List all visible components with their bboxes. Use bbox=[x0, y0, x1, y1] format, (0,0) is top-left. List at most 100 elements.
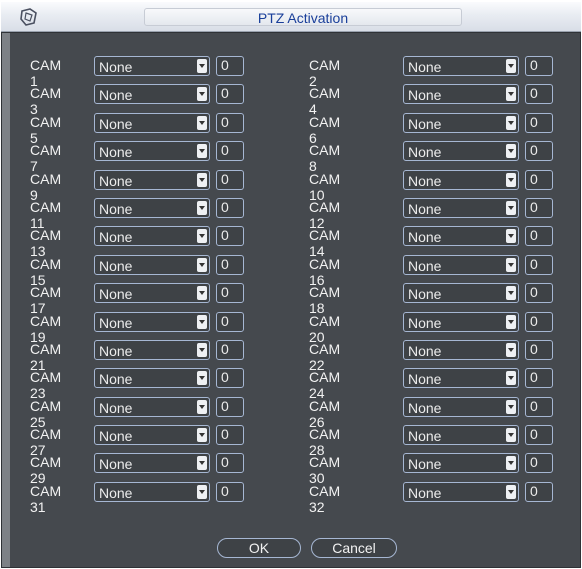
chevron-down-icon[interactable] bbox=[506, 342, 516, 357]
ptz-address-input[interactable]: 0 bbox=[525, 169, 553, 190]
ptz-address-input[interactable]: 0 bbox=[216, 283, 244, 304]
ptz-type-select[interactable]: None bbox=[94, 425, 210, 446]
ptz-address-input[interactable]: 0 bbox=[525, 481, 553, 502]
ptz-address-input[interactable]: 0 bbox=[216, 311, 244, 332]
ptz-type-select[interactable]: None bbox=[94, 283, 210, 304]
cancel-button[interactable]: Cancel bbox=[311, 538, 397, 558]
ptz-address-input[interactable]: 0 bbox=[216, 453, 244, 474]
ptz-address-input[interactable]: 0 bbox=[216, 84, 244, 105]
chevron-down-icon[interactable] bbox=[197, 456, 207, 471]
cam-label: CAM 11 bbox=[30, 198, 62, 231]
chevron-down-icon[interactable] bbox=[197, 115, 207, 130]
ptz-type-select[interactable]: None bbox=[403, 56, 519, 76]
chevron-down-icon[interactable] bbox=[197, 229, 207, 244]
ptz-address-input[interactable]: 0 bbox=[525, 425, 553, 446]
chevron-down-icon[interactable] bbox=[197, 484, 207, 499]
chevron-down-icon[interactable] bbox=[506, 87, 516, 102]
ptz-address-input[interactable]: 0 bbox=[216, 197, 244, 218]
ptz-type-select[interactable]: None bbox=[94, 368, 210, 389]
chevron-down-icon[interactable] bbox=[506, 484, 516, 499]
ok-button[interactable]: OK bbox=[217, 538, 301, 558]
ptz-address-input[interactable]: 0 bbox=[525, 254, 553, 275]
chevron-down-icon[interactable] bbox=[506, 59, 516, 73]
chevron-down-icon[interactable] bbox=[197, 87, 207, 102]
chevron-down-icon[interactable] bbox=[506, 115, 516, 130]
chevron-down-icon[interactable] bbox=[197, 286, 207, 301]
chevron-down-icon[interactable] bbox=[197, 399, 207, 414]
chevron-down-icon[interactable] bbox=[197, 200, 207, 215]
ptz-address-input[interactable]: 0 bbox=[216, 425, 244, 446]
ptz-type-select[interactable]: None bbox=[403, 197, 519, 218]
ptz-type-select[interactable]: None bbox=[403, 141, 519, 162]
ptz-address-input[interactable]: 0 bbox=[525, 56, 553, 76]
ptz-type-select[interactable]: None bbox=[94, 112, 210, 133]
chevron-down-icon[interactable] bbox=[506, 428, 516, 443]
ptz-type-select[interactable]: None bbox=[403, 226, 519, 247]
ptz-type-select[interactable]: None bbox=[403, 254, 519, 275]
chevron-down-icon[interactable] bbox=[506, 200, 516, 215]
ptz-type-select[interactable]: None bbox=[94, 84, 210, 105]
ptz-address-input[interactable]: 0 bbox=[525, 368, 553, 389]
ptz-address-input[interactable]: 0 bbox=[216, 254, 244, 275]
ptz-type-select[interactable]: None bbox=[94, 141, 210, 162]
chevron-down-icon[interactable] bbox=[197, 59, 207, 73]
ptz-type-select[interactable]: None bbox=[403, 453, 519, 474]
chevron-down-icon[interactable] bbox=[506, 371, 516, 386]
chevron-down-icon[interactable] bbox=[197, 144, 207, 159]
ptz-type-select[interactable]: None bbox=[403, 368, 519, 389]
chevron-down-icon[interactable] bbox=[506, 399, 516, 414]
ptz-address-input[interactable]: 0 bbox=[216, 141, 244, 162]
ptz-type-select[interactable]: None bbox=[94, 396, 210, 417]
ptz-type-select[interactable]: None bbox=[403, 481, 519, 502]
ptz-type-select[interactable]: None bbox=[403, 84, 519, 105]
chevron-down-icon[interactable] bbox=[197, 172, 207, 187]
ptz-address-input[interactable]: 0 bbox=[525, 283, 553, 304]
ptz-type-select[interactable]: None bbox=[403, 339, 519, 360]
ptz-address-input[interactable]: 0 bbox=[525, 141, 553, 162]
ptz-address-input[interactable]: 0 bbox=[525, 84, 553, 105]
ptz-type-select[interactable]: None bbox=[403, 112, 519, 133]
chevron-down-icon[interactable] bbox=[506, 257, 516, 272]
ptz-type-select[interactable]: None bbox=[94, 169, 210, 190]
ptz-address-input[interactable]: 0 bbox=[525, 453, 553, 474]
ptz-address-input[interactable]: 0 bbox=[216, 368, 244, 389]
chevron-down-icon[interactable] bbox=[506, 456, 516, 471]
ptz-type-select[interactable]: None bbox=[94, 56, 210, 76]
cam-label: CAM 28 bbox=[309, 426, 341, 459]
chevron-down-icon[interactable] bbox=[506, 172, 516, 187]
chevron-down-icon[interactable] bbox=[506, 314, 516, 329]
ptz-address-input[interactable]: 0 bbox=[216, 56, 244, 76]
ptz-address-input[interactable]: 0 bbox=[216, 339, 244, 360]
ptz-type-select[interactable]: None bbox=[403, 396, 519, 417]
ptz-address-input[interactable]: 0 bbox=[216, 481, 244, 502]
ptz-address-input[interactable]: 0 bbox=[525, 226, 553, 247]
chevron-down-icon[interactable] bbox=[197, 314, 207, 329]
ptz-type-select[interactable]: None bbox=[94, 226, 210, 247]
ptz-address-input[interactable]: 0 bbox=[216, 226, 244, 247]
ptz-type-select[interactable]: None bbox=[94, 197, 210, 218]
chevron-down-icon[interactable] bbox=[197, 342, 207, 357]
ptz-address-input[interactable]: 0 bbox=[216, 169, 244, 190]
ptz-address-input[interactable]: 0 bbox=[216, 396, 244, 417]
chevron-down-icon[interactable] bbox=[506, 229, 516, 244]
ptz-type-select[interactable]: None bbox=[94, 339, 210, 360]
chevron-down-icon[interactable] bbox=[197, 371, 207, 386]
ptz-address-input[interactable]: 0 bbox=[216, 112, 244, 133]
chevron-down-icon[interactable] bbox=[506, 144, 516, 159]
ptz-type-select[interactable]: None bbox=[403, 425, 519, 446]
chevron-down-icon[interactable] bbox=[197, 257, 207, 272]
ptz-address-input[interactable]: 0 bbox=[525, 311, 553, 332]
ptz-address-input[interactable]: 0 bbox=[525, 339, 553, 360]
ptz-type-select[interactable]: None bbox=[403, 283, 519, 304]
ptz-address-input[interactable]: 0 bbox=[525, 197, 553, 218]
ptz-type-select[interactable]: None bbox=[94, 254, 210, 275]
ptz-address-input[interactable]: 0 bbox=[525, 396, 553, 417]
chevron-down-icon[interactable] bbox=[506, 286, 516, 301]
chevron-down-icon[interactable] bbox=[197, 428, 207, 443]
ptz-address-input[interactable]: 0 bbox=[525, 112, 553, 133]
ptz-type-select[interactable]: None bbox=[403, 169, 519, 190]
ptz-type-select[interactable]: None bbox=[94, 311, 210, 332]
ptz-type-select[interactable]: None bbox=[94, 481, 210, 502]
ptz-type-select[interactable]: None bbox=[403, 311, 519, 332]
ptz-type-select[interactable]: None bbox=[94, 453, 210, 474]
